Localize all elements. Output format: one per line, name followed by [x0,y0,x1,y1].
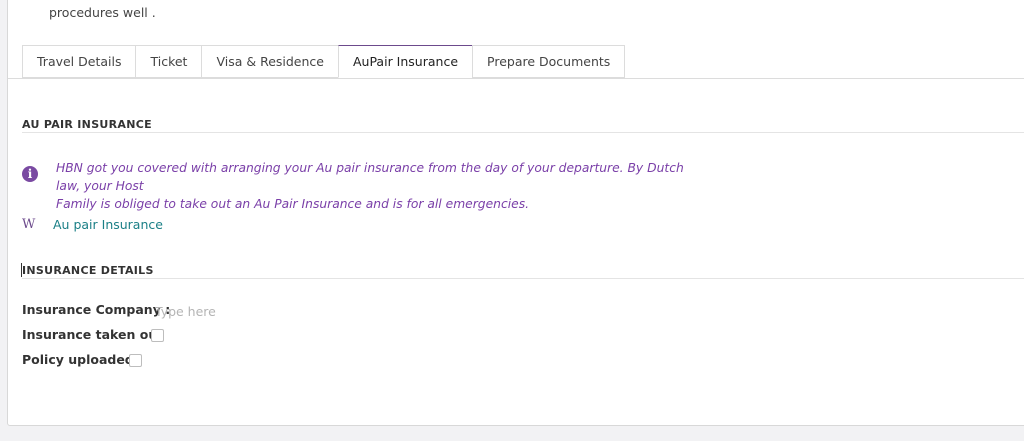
policy-uploaded-checkbox[interactable] [129,354,142,367]
info-message: HBN got you covered with arranging your … [56,159,696,213]
info-message-line-2: Family is obliged to take out an Au Pair… [56,197,530,211]
insurance-taken-out-label: Insurance taken out [22,327,164,342]
section-title-au-pair-insurance: AU PAIR INSURANCE [22,118,152,131]
section-divider [22,132,1024,133]
info-icon: i [22,166,38,182]
tab-prepare-documents[interactable]: Prepare Documents [472,45,626,78]
section-title-insurance-details: INSURANCE DETAILS [22,264,154,277]
section-divider [22,278,1024,279]
tab-visa-residence[interactable]: Visa & Residence [201,45,338,78]
tab-travel-details[interactable]: Travel Details [22,45,136,78]
wikipedia-icon: W [22,217,36,232]
tab-aupair-insurance[interactable]: AuPair Insurance [337,45,473,78]
insurance-company-label: Insurance Company : [22,302,171,317]
info-message-line-1: HBN got you covered with arranging your … [56,161,684,193]
au-pair-insurance-link[interactable]: Au pair Insurance [53,217,163,232]
intro-text: procedures well . [49,5,156,20]
insurance-taken-out-checkbox[interactable] [151,329,164,342]
tab-divider [8,78,1024,79]
tab-bar: Travel Details Ticket Visa & Residence A… [22,45,626,78]
policy-uploaded-label: Policy uploaded [22,352,134,367]
tab-ticket[interactable]: Ticket [135,45,202,78]
insurance-company-input[interactable] [155,302,455,320]
